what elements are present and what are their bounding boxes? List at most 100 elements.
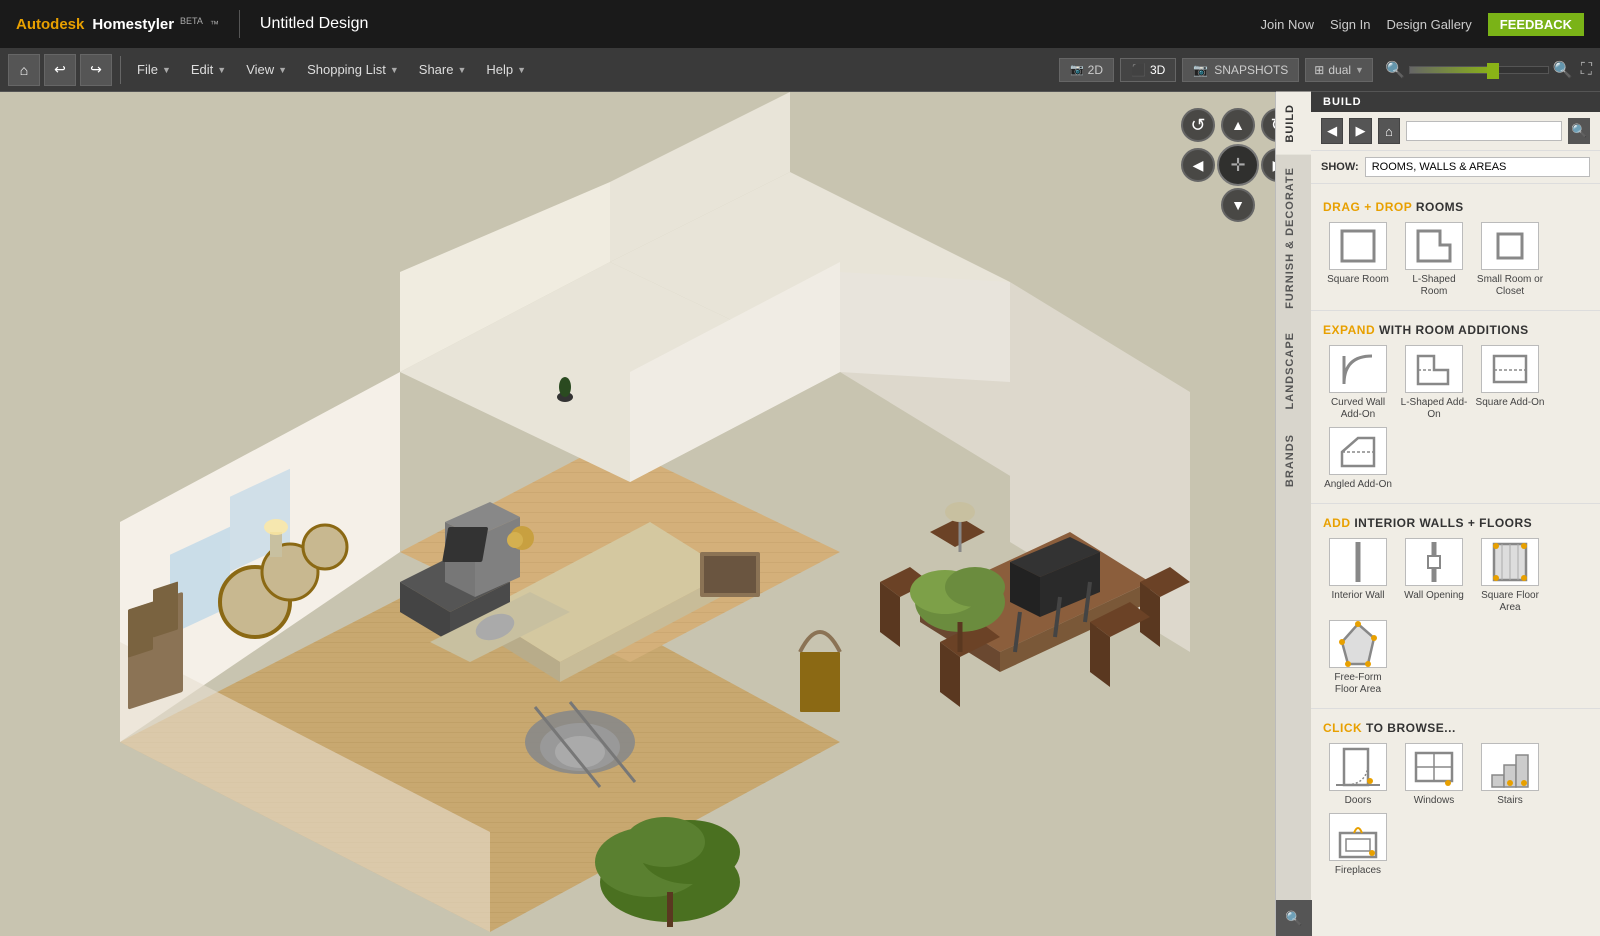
- tab-build[interactable]: BUILD: [1276, 92, 1311, 155]
- l-shaped-addon-icon-box: [1405, 345, 1463, 393]
- interior-wall-svg: [1336, 538, 1380, 586]
- file-menu[interactable]: File ▼: [129, 58, 179, 81]
- pan-down-button[interactable]: ▼: [1217, 188, 1259, 222]
- autodesk-text: Autodesk: [16, 16, 84, 33]
- l-shaped-room-item[interactable]: L-Shaped Room: [1399, 222, 1469, 298]
- square-room-item[interactable]: Square Room: [1323, 222, 1393, 298]
- dual-icon: ⊞: [1314, 63, 1324, 77]
- tab-furnish-decorate[interactable]: FURNISH & DECORATE: [1276, 155, 1311, 321]
- freeform-floor-icon-box: [1329, 620, 1387, 668]
- view-label: View: [246, 62, 274, 77]
- interior-wall-item[interactable]: Interior Wall: [1323, 538, 1393, 614]
- drag-drop-heading: DRAG + DROP ROOMS: [1311, 192, 1600, 218]
- walls-floors-heading: ADD INTERIOR WALLS + FLOORS: [1311, 508, 1600, 534]
- zoom-out-icon[interactable]: 🔍: [1385, 60, 1405, 80]
- square-addon-svg: [1488, 350, 1532, 388]
- doors-item[interactable]: Doors: [1323, 743, 1393, 807]
- mode-2d-button[interactable]: 📷 2D: [1059, 58, 1114, 82]
- toolbar: ⌂ ↩ ↪ File ▼ Edit ▼ View ▼ Shopping List…: [0, 48, 1600, 92]
- nav-forward-button[interactable]: ▶: [1349, 118, 1371, 144]
- undo-button[interactable]: ↩: [44, 54, 76, 86]
- pan-down-icon: ▼: [1221, 188, 1255, 222]
- rotate-left-button[interactable]: ↺: [1181, 108, 1215, 142]
- canvas-area[interactable]: ↺ ▲ ↻ ◀ ✛ ▶ ▼: [0, 92, 1310, 936]
- tab-landscape[interactable]: LANDSCAPE: [1276, 320, 1311, 421]
- freeform-floor-item[interactable]: Free-Form Floor Area: [1323, 620, 1393, 696]
- browse-heading: CLICK TO BROWSE...: [1311, 713, 1600, 739]
- fullscreen-button[interactable]: ⛶: [1581, 61, 1592, 79]
- divider-3: [1311, 708, 1600, 709]
- stairs-svg: [1488, 743, 1532, 791]
- wall-opening-label: Wall Opening: [1404, 590, 1464, 602]
- build-label: BUILD: [1323, 96, 1362, 108]
- shopping-list-menu[interactable]: Shopping List ▼: [299, 58, 407, 81]
- zoom-thumb[interactable]: [1487, 63, 1499, 79]
- show-select[interactable]: ROOMS, WALLS & AREAS FLOORS ONLY WALLS O…: [1365, 157, 1590, 177]
- angled-addon-item[interactable]: Angled Add-On: [1323, 427, 1393, 491]
- stairs-item[interactable]: Stairs: [1475, 743, 1545, 807]
- sidebar-vertical-tabs: BUILD FURNISH & DECORATE LANDSCAPE BRAND…: [1275, 92, 1311, 936]
- small-room-label: Small Room or Closet: [1475, 274, 1545, 298]
- windows-label: Windows: [1414, 795, 1455, 807]
- pan-up-button[interactable]: ▲: [1217, 108, 1259, 142]
- fireplaces-item[interactable]: Fireplaces: [1323, 813, 1393, 877]
- fireplaces-icon-box: [1329, 813, 1387, 861]
- wall-opening-svg: [1412, 538, 1456, 586]
- zoom-slider[interactable]: [1409, 66, 1549, 74]
- mode-3d-button[interactable]: ⬛ 3D: [1120, 58, 1176, 82]
- sidebar-nav-row: ◀ ▶ ⌂ 🔍: [1311, 112, 1600, 151]
- l-shaped-addon-item[interactable]: L-Shaped Add-On: [1399, 345, 1469, 421]
- toolbar-separator: [120, 56, 121, 84]
- nav-back-button[interactable]: ◀: [1321, 118, 1343, 144]
- fireplaces-svg: [1336, 813, 1380, 861]
- help-menu[interactable]: Help ▼: [478, 58, 534, 81]
- sidebar-search-button[interactable]: 🔍: [1568, 118, 1590, 144]
- square-addon-label: Square Add-On: [1476, 397, 1545, 409]
- wall-opening-item[interactable]: Wall Opening: [1399, 538, 1469, 614]
- design-title: Untitled Design: [260, 15, 369, 33]
- nav-home-button[interactable]: ⌂: [1378, 118, 1400, 144]
- feedback-button[interactable]: FEEDBACK: [1488, 13, 1584, 36]
- walls-floors-rest: INTERIOR WALLS + FLOORS: [1354, 516, 1532, 530]
- small-room-item[interactable]: Small Room or Closet: [1475, 222, 1545, 298]
- title-divider: [239, 10, 240, 38]
- show-row: SHOW: ROOMS, WALLS & AREAS FLOORS ONLY W…: [1311, 151, 1600, 184]
- shopping-list-arrow: ▼: [390, 65, 399, 75]
- edit-menu[interactable]: Edit ▼: [183, 58, 234, 81]
- drag-text: DRAG: [1323, 200, 1360, 214]
- sidebar-search-icon[interactable]: 🔍: [1276, 900, 1312, 936]
- dual-button[interactable]: ⊞ dual ▼: [1305, 58, 1373, 82]
- square-floor-label: Square Floor Area: [1475, 590, 1545, 614]
- view-menu[interactable]: View ▼: [238, 58, 295, 81]
- snapshots-button[interactable]: 📷 SNAPSHOTS: [1182, 58, 1299, 82]
- divider-1: [1311, 310, 1600, 311]
- click-text: CLICK: [1323, 721, 1362, 735]
- sidebar-search-input[interactable]: [1406, 121, 1562, 141]
- square-addon-item[interactable]: Square Add-On: [1475, 345, 1545, 421]
- pan-center-button[interactable]: ✛: [1217, 144, 1259, 186]
- camera-2d-icon: 📷: [1070, 63, 1084, 76]
- windows-item[interactable]: Windows: [1399, 743, 1469, 807]
- view-modes: 📷 2D ⬛ 3D 📷 SNAPSHOTS ⊞ dual ▼: [1059, 58, 1373, 82]
- tab-brands[interactable]: BRANDS: [1276, 422, 1311, 499]
- join-now-link[interactable]: Join Now: [1261, 17, 1314, 32]
- sign-in-link[interactable]: Sign In: [1330, 17, 1370, 32]
- curved-wall-item[interactable]: Curved Wall Add-On: [1323, 345, 1393, 421]
- l-shaped-addon-label: L-Shaped Add-On: [1399, 397, 1469, 421]
- redo-button[interactable]: ↪: [80, 54, 112, 86]
- dual-label: dual: [1328, 63, 1351, 77]
- home-button[interactable]: ⌂: [8, 54, 40, 86]
- camera-snap-icon: 📷: [1193, 63, 1208, 77]
- divider-2: [1311, 503, 1600, 504]
- zoom-in-icon[interactable]: 🔍: [1553, 60, 1573, 80]
- stairs-icon-box: [1481, 743, 1539, 791]
- dual-arrow: ▼: [1355, 65, 1364, 75]
- beta-badge: BETA: [180, 16, 203, 26]
- design-gallery-link[interactable]: Design Gallery: [1387, 17, 1472, 32]
- build-header: BUILD: [1311, 92, 1600, 112]
- pan-left-button[interactable]: ◀: [1181, 148, 1215, 182]
- stairs-label: Stairs: [1497, 795, 1523, 807]
- square-floor-item[interactable]: Square Floor Area: [1475, 538, 1545, 614]
- share-menu[interactable]: Share ▼: [411, 58, 475, 81]
- doors-label: Doors: [1345, 795, 1372, 807]
